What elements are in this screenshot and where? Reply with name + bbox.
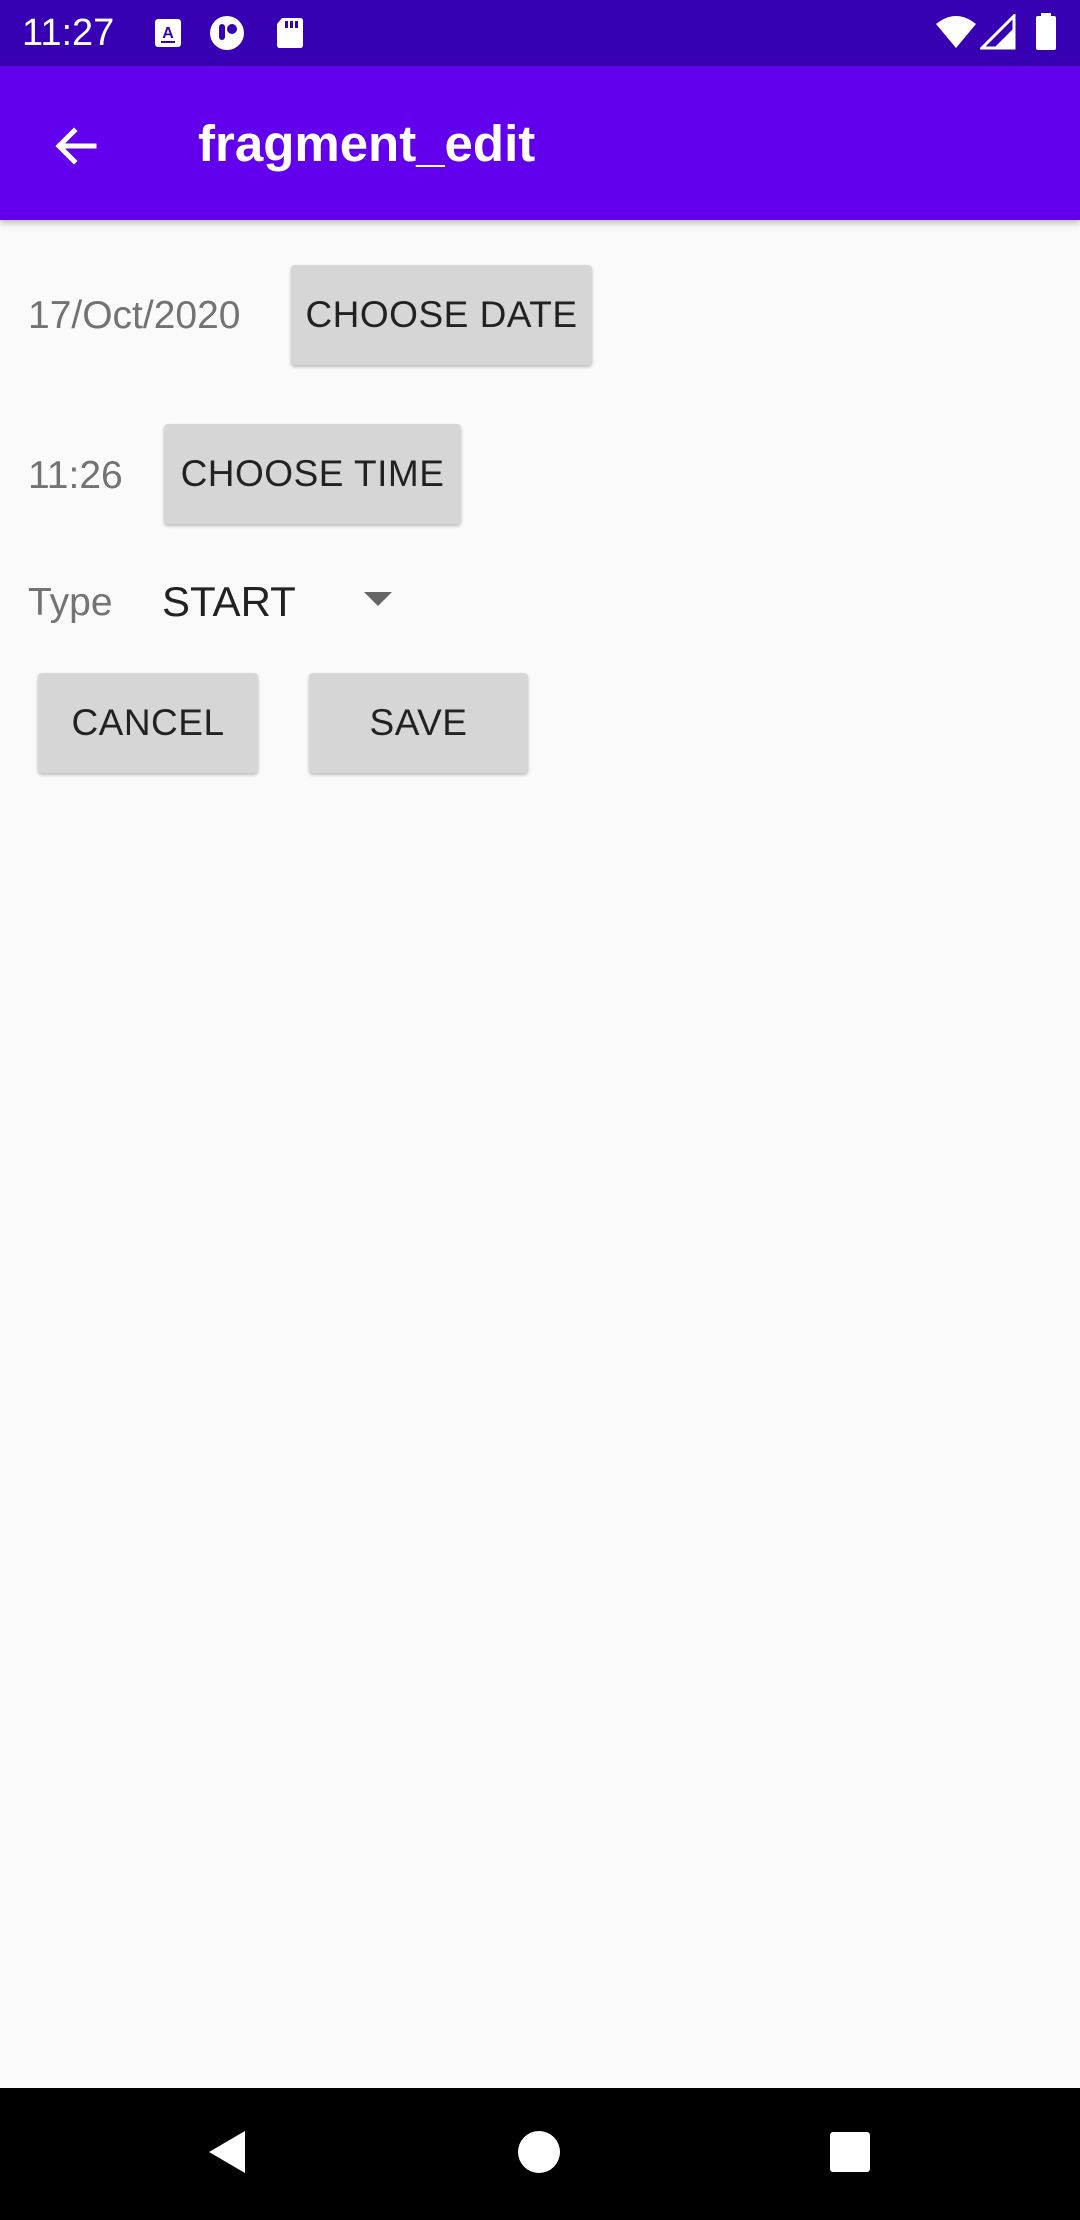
back-button[interactable]: [36, 108, 116, 188]
recents-square-icon: [828, 2130, 872, 2179]
circle-app-icon: [208, 16, 244, 50]
page-title: fragment_edit: [198, 115, 536, 172]
type-spinner[interactable]: START: [150, 566, 410, 638]
wifi-icon: [934, 14, 976, 48]
signal-icon: [978, 12, 1016, 50]
app-bar: fragment_edit: [0, 66, 1080, 220]
cancel-button[interactable]: CANCEL: [38, 673, 258, 773]
date-value: 17/Oct/2020: [28, 294, 241, 337]
status-time: 11:27: [22, 12, 115, 54]
nav-home-button[interactable]: [501, 2116, 577, 2192]
status-bar: 11:27 A: [0, 0, 1080, 66]
choose-time-button[interactable]: CHOOSE TIME: [164, 424, 461, 524]
save-button[interactable]: SAVE: [309, 673, 528, 773]
nav-recents-button[interactable]: [812, 2116, 888, 2192]
back-triangle-icon: [203, 2127, 253, 2182]
text-a-icon: A: [152, 16, 186, 50]
svg-text:A: A: [162, 25, 174, 42]
dropdown-arrow-icon: [364, 592, 392, 606]
battery-icon: [1034, 12, 1068, 50]
nav-back-button[interactable]: [190, 2116, 266, 2192]
navigation-bar: [0, 2088, 1080, 2220]
time-value: 11:26: [28, 454, 123, 497]
home-circle-icon: [516, 2129, 562, 2180]
sd-card-icon: [274, 16, 308, 50]
type-label: Type: [28, 581, 113, 624]
arrow-back-icon: [52, 122, 100, 175]
choose-date-button[interactable]: CHOOSE DATE: [291, 265, 592, 365]
type-selected-value: START: [162, 578, 296, 625]
